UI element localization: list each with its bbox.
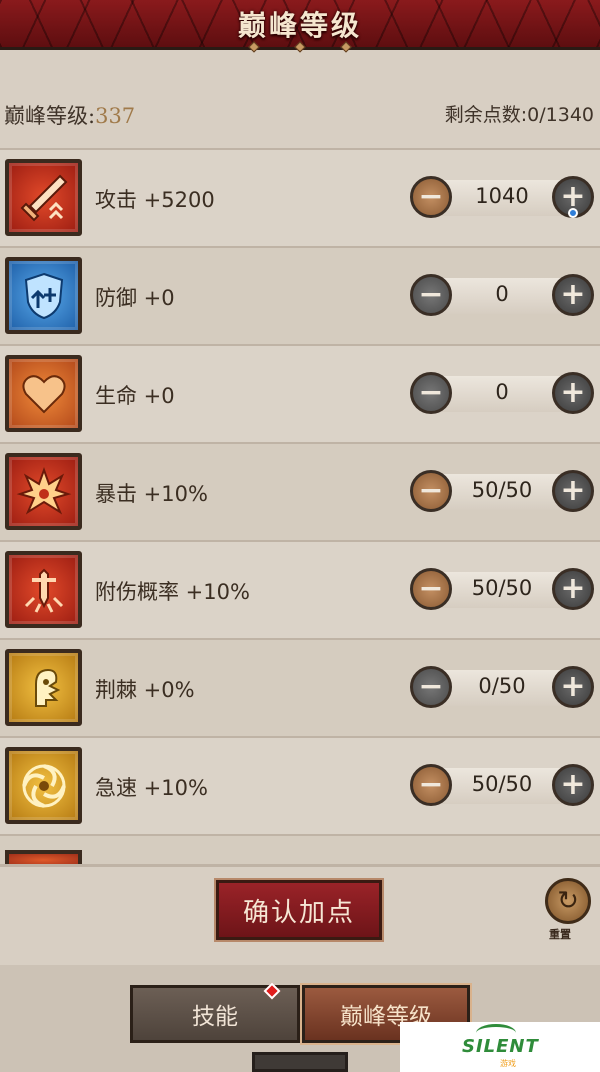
increase-button[interactable]: + [552, 372, 594, 414]
increase-button[interactable]: + [552, 666, 594, 708]
peak-level-value: 337 [95, 104, 136, 128]
extra-damage-stepper[interactable]: 50/50 − + [410, 568, 594, 612]
increase-button[interactable]: + [552, 274, 594, 316]
remaining-points-value: 0/1340 [527, 104, 594, 126]
reset-label: 重置 [549, 928, 571, 941]
stepper-value: 50/50 [471, 478, 533, 502]
pointer-cursor-icon [568, 208, 578, 218]
header-ornament [248, 40, 352, 54]
stepper-value: 0 [495, 380, 509, 404]
decrease-button[interactable]: − [410, 666, 452, 708]
stat-row-crit: 暴击 +10% 50/50 − + [0, 442, 600, 540]
heart-icon [5, 355, 82, 432]
info-bar: 巅峰等级:337 剩余点数:0/1340 [0, 92, 600, 132]
stat-label: 生命 +0 [95, 384, 175, 408]
watermark-subtext: 游戏 [500, 1059, 516, 1068]
stat-row-partial [0, 834, 600, 866]
decrease-button[interactable]: − [410, 176, 452, 218]
peak-level-readout: 巅峰等级:337 [4, 100, 135, 130]
bottom-handle[interactable] [252, 1052, 348, 1072]
sword-icon [5, 159, 82, 236]
stepper-value: 50/50 [471, 576, 533, 600]
watermark-text: SILENT [462, 1036, 539, 1057]
confirm-points-button[interactable]: 确认加点 [214, 878, 384, 942]
stat-row-life: 生命 +0 0 − + [0, 344, 600, 442]
stat-list[interactable]: 攻击 +5200 1040 − + 防御 +0 0 − + 生命 +0 0 − … [0, 148, 600, 866]
thorn-icon [5, 649, 82, 726]
decrease-button[interactable]: − [410, 470, 452, 512]
stat-label: 急速 +10% [95, 776, 208, 800]
reset-icon[interactable]: ↻ [545, 878, 591, 924]
stat-row-defense: 防御 +0 0 − + [0, 246, 600, 344]
haste-stepper[interactable]: 50/50 − + [410, 764, 594, 808]
increase-button[interactable]: + [552, 764, 594, 806]
page-title: 巅峰等级 [237, 9, 362, 42]
remaining-points-label: 剩余点数: [444, 104, 528, 126]
decrease-button[interactable]: − [410, 274, 452, 316]
stat-row-haste: 急速 +10% 50/50 − + [0, 736, 600, 834]
decrease-button[interactable]: − [410, 372, 452, 414]
crit-stepper[interactable]: 50/50 − + [410, 470, 594, 514]
stat-row-attack: 攻击 +5200 1040 − + [0, 148, 600, 246]
decrease-button[interactable]: − [410, 764, 452, 806]
life-stepper[interactable]: 0 − + [410, 372, 594, 416]
stepper-value: 50/50 [471, 772, 533, 796]
defense-stepper[interactable]: 0 − + [410, 274, 594, 318]
stat-row-extra-damage: 附伤概率 +10% 50/50 − + [0, 540, 600, 638]
stepper-value: 0 [495, 282, 509, 306]
remaining-points-readout: 剩余点数:0/1340 [445, 100, 594, 127]
increase-button[interactable]: + [552, 470, 594, 512]
stat-label: 荆棘 +0% [95, 678, 195, 702]
shield-icon [5, 257, 82, 334]
list-divider [0, 864, 600, 867]
stepper-value: 0/50 [478, 674, 526, 698]
swirl-icon [5, 747, 82, 824]
attack-stepper[interactable]: 1040 − + [410, 176, 594, 220]
peak-level-label: 巅峰等级: [4, 104, 96, 128]
stat-label: 攻击 +5200 [95, 188, 215, 212]
increase-button[interactable]: + [552, 568, 594, 610]
stat-row-thorns: 荆棘 +0% 0/50 − + [0, 638, 600, 736]
stat-label: 附伤概率 +10% [95, 580, 250, 604]
stepper-value: 1040 [475, 184, 529, 208]
stat-label: 暴击 +10% [95, 482, 208, 506]
decrease-button[interactable]: − [410, 568, 452, 610]
burst-icon [5, 453, 82, 530]
stat-label: 防御 +0 [95, 286, 175, 310]
dagger-icon [5, 551, 82, 628]
watermark: SILENT 游戏 [400, 1022, 600, 1072]
title-bar: 巅峰等级 [0, 0, 600, 53]
thorns-stepper[interactable]: 0/50 − + [410, 666, 594, 710]
